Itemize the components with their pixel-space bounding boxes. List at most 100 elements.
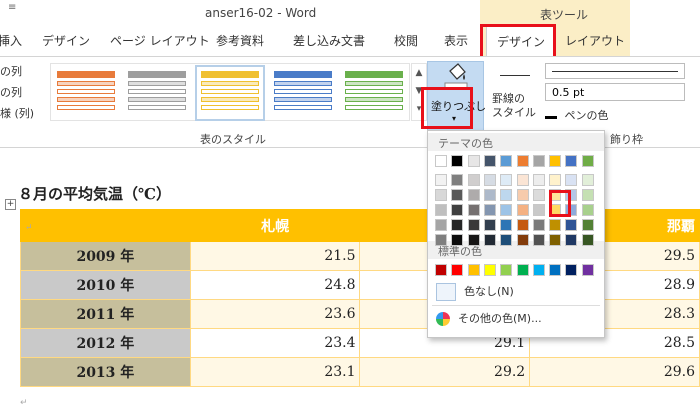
standard-color-swatch[interactable]: [565, 264, 578, 276]
theme-shade-swatch[interactable]: [532, 189, 545, 201]
header-corner-cell[interactable]: ↵: [20, 209, 191, 242]
theme-shade-swatch[interactable]: [451, 204, 464, 216]
standard-color-swatch[interactable]: [435, 264, 447, 276]
theme-shade-swatch[interactable]: [516, 204, 529, 216]
data-cell[interactable]: 29.6: [529, 357, 700, 387]
theme-shade-swatch[interactable]: [500, 234, 513, 246]
row-header-cell[interactable]: 2011 年: [20, 299, 191, 329]
table-style-thumb[interactable]: [128, 71, 186, 115]
theme-color-swatch[interactable]: [435, 155, 447, 167]
tab-design[interactable]: デザイン: [42, 32, 90, 49]
theme-shade-swatch[interactable]: [581, 174, 594, 186]
theme-shade-swatch[interactable]: [451, 174, 464, 186]
table-move-handle-icon[interactable]: +: [5, 199, 16, 210]
theme-shade-swatch[interactable]: [483, 219, 496, 231]
theme-shade-swatch[interactable]: [435, 174, 447, 186]
row-header-cell[interactable]: 2009 年: [20, 241, 191, 271]
theme-shade-swatch[interactable]: [483, 234, 496, 246]
theme-color-swatch[interactable]: [500, 155, 513, 167]
option-banded-columns[interactable]: 様 (列): [0, 105, 34, 121]
theme-shade-swatch[interactable]: [451, 219, 464, 231]
theme-color-swatch[interactable]: [565, 155, 578, 167]
standard-color-swatch[interactable]: [581, 264, 594, 276]
theme-shade-swatch[interactable]: [467, 234, 480, 246]
theme-shade-swatch[interactable]: [565, 234, 578, 246]
theme-shade-swatch[interactable]: [500, 204, 513, 216]
tab-mailings[interactable]: 差し込み文書: [293, 32, 365, 49]
table-style-thumb[interactable]: [274, 71, 332, 115]
theme-shade-swatch[interactable]: [565, 174, 578, 186]
theme-shade-swatch[interactable]: [500, 219, 513, 231]
theme-shade-swatch[interactable]: [451, 189, 464, 201]
tab-insert[interactable]: 挿入: [0, 32, 22, 49]
theme-shade-swatch[interactable]: [581, 219, 594, 231]
data-cell[interactable]: 21.5: [189, 241, 361, 271]
theme-shade-swatch[interactable]: [467, 219, 480, 231]
row-header-cell[interactable]: 2012 年: [20, 328, 191, 358]
theme-shade-swatch[interactable]: [549, 219, 562, 231]
option-first-column[interactable]: の列: [0, 63, 22, 79]
theme-shade-swatch[interactable]: [467, 204, 480, 216]
data-cell[interactable]: 23.4: [189, 328, 361, 358]
data-cell[interactable]: 24.8: [189, 270, 361, 300]
theme-color-swatch[interactable]: [581, 155, 594, 167]
line-weight-dropdown[interactable]: 0.5 pt: [545, 83, 685, 101]
theme-shade-swatch[interactable]: [516, 219, 529, 231]
theme-shade-swatch[interactable]: [581, 204, 594, 216]
tab-review[interactable]: 校閲: [394, 32, 418, 49]
standard-color-swatch[interactable]: [467, 264, 480, 276]
standard-color-swatch[interactable]: [516, 264, 529, 276]
theme-shade-swatch[interactable]: [483, 189, 496, 201]
theme-color-swatch[interactable]: [516, 155, 529, 167]
theme-color-swatch[interactable]: [483, 155, 496, 167]
pen-color-button[interactable]: ペンの色: [545, 107, 609, 123]
tab-view[interactable]: 表示: [444, 32, 468, 49]
theme-shade-swatch[interactable]: [516, 189, 529, 201]
tab-page-layout[interactable]: ページ レイアウト: [110, 32, 210, 49]
row-header-cell[interactable]: 2013 年: [20, 357, 191, 387]
option-last-column[interactable]: の列: [0, 84, 22, 100]
data-cell[interactable]: 23.6: [189, 299, 361, 329]
theme-shade-swatch[interactable]: [435, 204, 447, 216]
theme-shade-swatch[interactable]: [467, 189, 480, 201]
line-style-dropdown[interactable]: [545, 63, 685, 79]
standard-color-swatch[interactable]: [451, 264, 464, 276]
row-header-cell[interactable]: 2010 年: [20, 270, 191, 300]
theme-color-swatch[interactable]: [549, 155, 562, 167]
standard-color-swatch[interactable]: [549, 264, 562, 276]
theme-shade-swatch[interactable]: [483, 204, 496, 216]
theme-shade-swatch[interactable]: [532, 204, 545, 216]
theme-shade-swatch[interactable]: [451, 234, 464, 246]
theme-shade-swatch[interactable]: [516, 174, 529, 186]
theme-shade-swatch[interactable]: [549, 174, 562, 186]
gallery-up-icon[interactable]: ▲: [412, 64, 426, 82]
data-cell[interactable]: 23.1: [189, 357, 361, 387]
theme-shade-swatch[interactable]: [435, 234, 447, 246]
table-style-thumb-selected[interactable]: [195, 65, 265, 121]
tab-references[interactable]: 参考資料: [216, 32, 264, 49]
no-color-item[interactable]: 色なし(N): [436, 283, 514, 301]
standard-color-swatch[interactable]: [532, 264, 545, 276]
theme-shade-swatch[interactable]: [500, 174, 513, 186]
theme-shade-swatch[interactable]: [516, 234, 529, 246]
theme-color-swatch[interactable]: [532, 155, 545, 167]
theme-shade-swatch[interactable]: [500, 189, 513, 201]
theme-shade-swatch[interactable]: [532, 219, 545, 231]
theme-color-swatch[interactable]: [451, 155, 464, 167]
header-cell[interactable]: 札幌: [189, 209, 361, 242]
theme-shade-swatch[interactable]: [532, 174, 545, 186]
theme-shade-swatch[interactable]: [565, 219, 578, 231]
theme-shade-swatch[interactable]: [483, 174, 496, 186]
theme-shade-swatch[interactable]: [581, 189, 594, 201]
standard-color-swatch[interactable]: [483, 264, 496, 276]
theme-shade-swatch[interactable]: [581, 234, 594, 246]
theme-shade-swatch[interactable]: [532, 234, 545, 246]
table-style-thumb[interactable]: [57, 71, 115, 115]
more-colors-item[interactable]: その他の色(M)...: [436, 310, 542, 326]
table-style-thumb[interactable]: [345, 71, 403, 115]
theme-shade-swatch[interactable]: [435, 189, 447, 201]
standard-color-swatch[interactable]: [500, 264, 513, 276]
quick-access-menu-icon[interactable]: ≡: [8, 2, 16, 13]
tab-table-layout[interactable]: レイアウト: [565, 32, 625, 49]
theme-shade-swatch[interactable]: [549, 234, 562, 246]
